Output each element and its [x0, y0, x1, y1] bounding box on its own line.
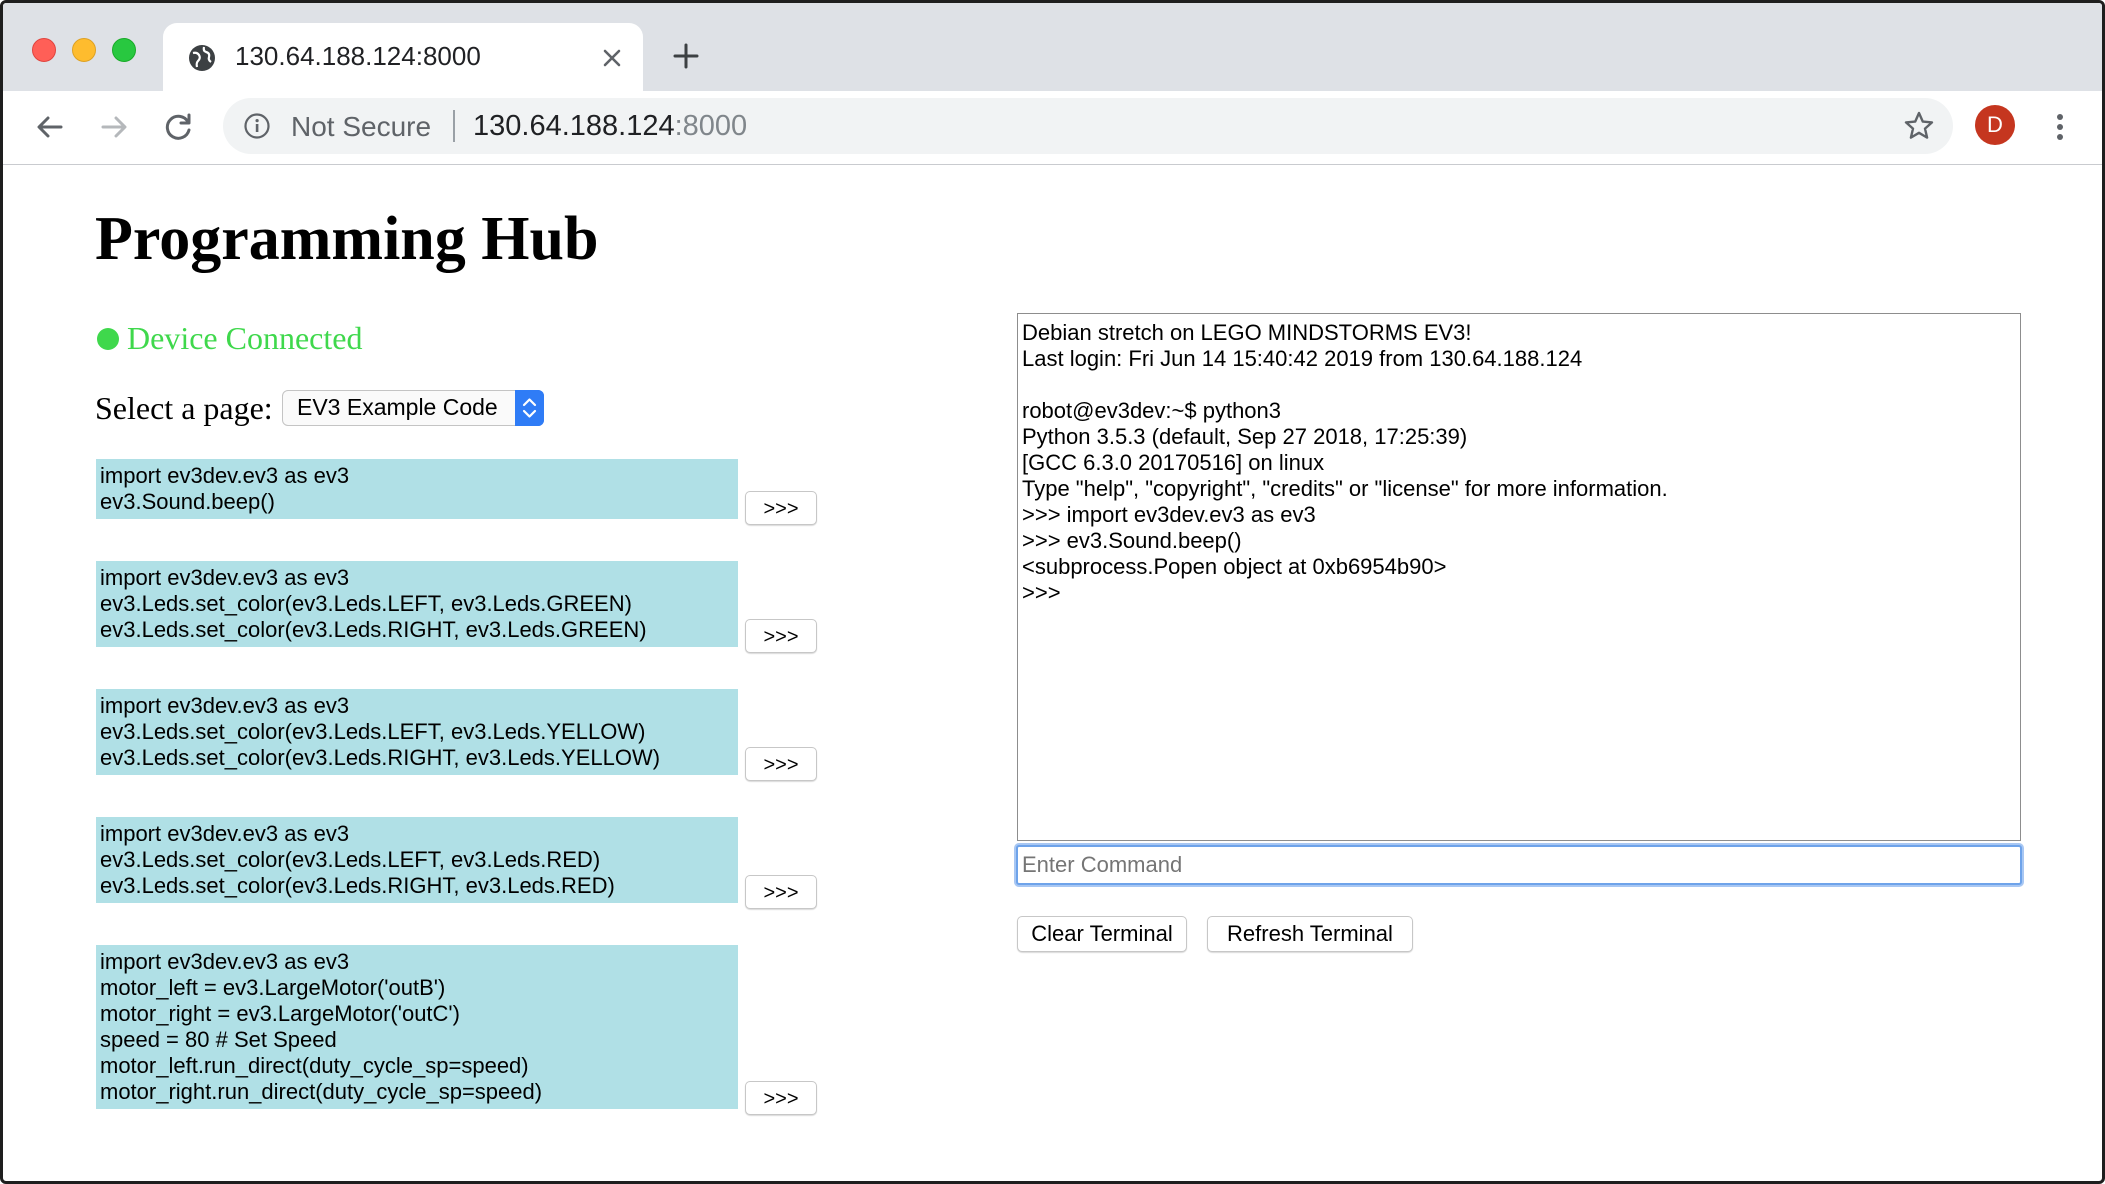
code-line: ev3.Leds.set_color(ev3.Leds.RIGHT, ev3.L… — [100, 873, 615, 898]
code-line: ev3.Leds.set_color(ev3.Leds.RIGHT, ev3.L… — [100, 617, 647, 642]
code-block-leds-green: import ev3dev.ev3 as ev3 ev3.Leds.set_co… — [96, 561, 738, 647]
browser-window: 130.64.188.124:8000 Not Secure 130.64.18… — [0, 0, 2105, 1184]
tab-title: 130.64.188.124:8000 — [235, 41, 481, 71]
page-content: Programming Hub Device Connected Select … — [3, 166, 2102, 1181]
status-dot-icon — [97, 328, 119, 350]
code-block-leds-red: import ev3dev.ev3 as ev3 ev3.Leds.set_co… — [96, 817, 738, 903]
page-title: Programming Hub — [95, 205, 599, 273]
code-line: import ev3dev.ev3 as ev3 — [100, 463, 350, 488]
new-tab-icon[interactable] — [671, 41, 701, 71]
code-line: motor_right = ev3.LargeMotor('outC') — [100, 1001, 460, 1026]
clear-terminal-button[interactable]: Clear Terminal — [1017, 916, 1187, 952]
code-line: motor_left = ev3.LargeMotor('outB') — [100, 975, 446, 1000]
url-host: 130.64.188.124 — [473, 110, 675, 142]
terminal-line: Python 3.5.3 (default, Sep 27 2018, 17:2… — [1022, 424, 1468, 449]
code-block-leds-yellow: import ev3dev.ev3 as ev3 ev3.Leds.set_co… — [96, 689, 738, 775]
select-stepper-icon — [515, 390, 544, 426]
forward-arrow-icon[interactable] — [97, 110, 131, 144]
terminal-line: robot@ev3dev:~$ python3 — [1022, 398, 1282, 423]
browser-toolbar: Not Secure 130.64.188.124:8000 D — [3, 91, 2102, 165]
code-line: import ev3dev.ev3 as ev3 — [100, 949, 350, 974]
omnibox-divider — [453, 110, 455, 142]
bookmark-star-icon[interactable] — [1903, 110, 1935, 142]
code-line: ev3.Sound.beep() — [100, 489, 275, 514]
code-block-motors: import ev3dev.ev3 as ev3 motor_left = ev… — [96, 945, 738, 1109]
terminal-line: [GCC 6.3.0 20170516] on linux — [1022, 450, 1325, 475]
terminal-output[interactable]: Debian stretch on LEGO MINDSTORMS EV3! L… — [1017, 313, 2021, 841]
code-line: ev3.Leds.set_color(ev3.Leds.RIGHT, ev3.L… — [100, 745, 661, 770]
kebab-menu-icon[interactable] — [2048, 109, 2072, 145]
code-line: motor_left.run_direct(duty_cycle_sp=spee… — [100, 1053, 529, 1078]
security-label[interactable]: Not Secure — [291, 111, 431, 143]
terminal-line: Type "help", "copyright", "credits" or "… — [1022, 476, 1668, 501]
terminal-line: Debian stretch on LEGO MINDSTORMS EV3! — [1022, 320, 1472, 345]
address-bar[interactable]: Not Secure 130.64.188.124:8000 — [223, 98, 1953, 154]
url-text[interactable]: 130.64.188.124:8000 — [473, 110, 747, 143]
select-value: EV3 Example Code — [297, 394, 498, 420]
code-line: motor_right.run_direct(duty_cycle_sp=spe… — [100, 1079, 543, 1104]
terminal-line: >>> import ev3dev.ev3 as ev3 — [1022, 502, 1316, 527]
tab-strip: 130.64.188.124:8000 — [3, 3, 2102, 93]
code-line: ev3.Leds.set_color(ev3.Leds.LEFT, ev3.Le… — [100, 847, 601, 872]
info-icon[interactable] — [243, 112, 271, 140]
select-label: Select a page: — [95, 390, 273, 426]
browser-tab[interactable]: 130.64.188.124:8000 — [163, 23, 643, 93]
run-button[interactable]: >>> — [745, 1081, 817, 1115]
code-line: import ev3dev.ev3 as ev3 — [100, 693, 350, 718]
terminal-line: >>> — [1022, 580, 1061, 605]
run-button[interactable]: >>> — [745, 747, 817, 781]
back-arrow-icon[interactable] — [33, 110, 67, 144]
run-button[interactable]: >>> — [745, 875, 817, 909]
close-window-button[interactable] — [32, 38, 56, 62]
globe-icon — [189, 45, 215, 71]
profile-avatar[interactable]: D — [1975, 105, 2015, 145]
close-tab-icon[interactable] — [599, 45, 625, 71]
code-line: import ev3dev.ev3 as ev3 — [100, 565, 350, 590]
maximize-window-button[interactable] — [112, 38, 136, 62]
command-input[interactable] — [1016, 845, 2022, 885]
terminal-line: <subprocess.Popen object at 0xb6954b90> — [1022, 554, 1447, 579]
code-block-sound-beep: import ev3dev.ev3 as ev3 ev3.Sound.beep(… — [96, 459, 738, 519]
code-line: import ev3dev.ev3 as ev3 — [100, 821, 350, 846]
page-select[interactable]: EV3 Example Code — [282, 390, 544, 426]
code-line: ev3.Leds.set_color(ev3.Leds.LEFT, ev3.Le… — [100, 591, 632, 616]
run-button[interactable]: >>> — [745, 491, 817, 525]
code-line: speed = 80 # Set Speed — [100, 1027, 337, 1052]
refresh-terminal-button[interactable]: Refresh Terminal — [1207, 916, 1413, 952]
url-port: :8000 — [674, 110, 748, 142]
reload-icon[interactable] — [162, 110, 196, 144]
run-button[interactable]: >>> — [745, 619, 817, 653]
minimize-window-button[interactable] — [72, 38, 96, 62]
terminal-line: >>> ev3.Sound.beep() — [1022, 528, 1242, 553]
status-text: Device Connected — [127, 320, 363, 356]
terminal-line: Last login: Fri Jun 14 15:40:42 2019 fro… — [1022, 346, 1583, 371]
code-line: ev3.Leds.set_color(ev3.Leds.LEFT, ev3.Le… — [100, 719, 646, 744]
